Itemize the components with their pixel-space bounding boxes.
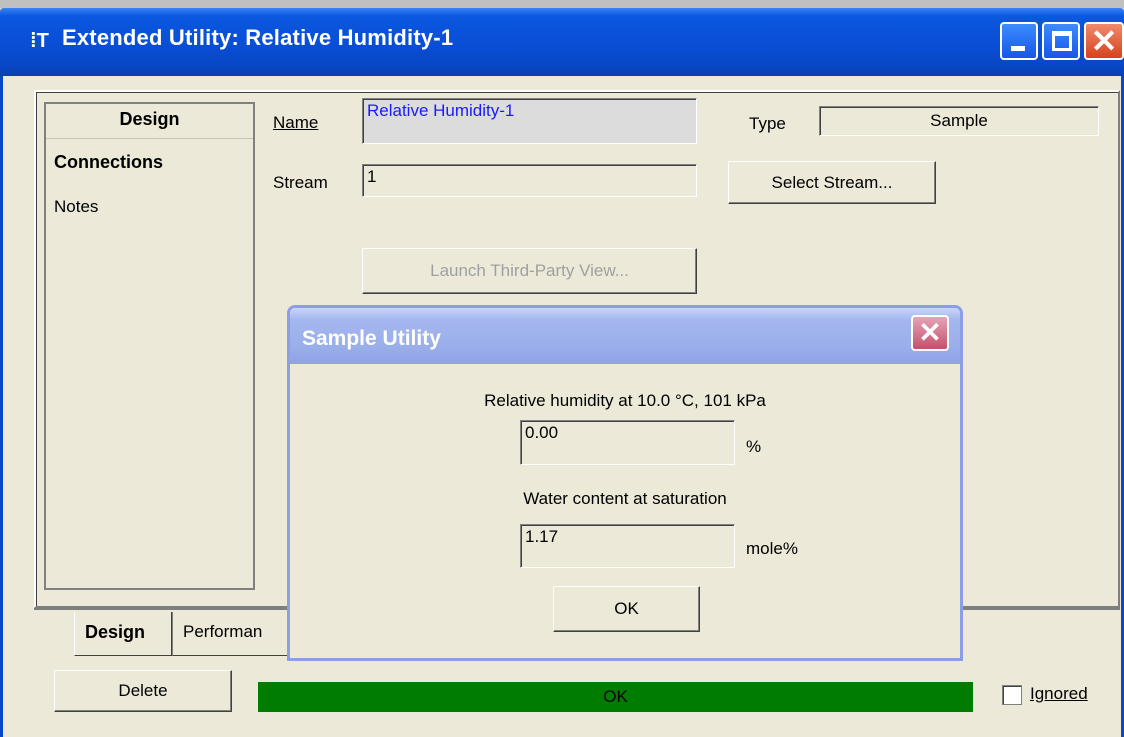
minimize-button[interactable] (1000, 22, 1038, 60)
nav-title: Design (119, 109, 180, 129)
stream-label: Stream (273, 173, 328, 192)
tab-design[interactable]: Design (74, 612, 172, 656)
maximize-icon (1052, 31, 1072, 51)
name-label-text: Name (273, 113, 319, 132)
dialog-title: Sample Utility (302, 327, 441, 350)
ignored-label: Ignored (1030, 684, 1088, 704)
ignored-checkbox[interactable] (1002, 685, 1022, 705)
nav-item-connections[interactable]: Connections (54, 152, 163, 173)
window-title: Extended Utility: Relative Humidity-1 (62, 25, 454, 50)
stream-field[interactable]: 1 (362, 164, 697, 197)
minimize-icon (1011, 46, 1025, 51)
close-icon: ✕ (1090, 23, 1118, 59)
status-bar: OK (258, 682, 973, 712)
close-button[interactable]: ✕ (1084, 22, 1124, 60)
ignored-label-text: Ignored (1030, 684, 1088, 703)
rh-label: Relative humidity at 10.0 °C, 101 kPa (484, 391, 766, 410)
ok-button[interactable]: OK (553, 586, 700, 632)
name-field[interactable]: Relative Humidity-1 (362, 98, 697, 144)
close-icon: ✕ (918, 317, 942, 348)
select-stream-button[interactable]: Select Stream... (728, 161, 936, 204)
delete-button[interactable]: Delete (54, 670, 232, 712)
top-strip (0, 0, 1124, 8)
maximize-button[interactable] (1042, 22, 1080, 60)
hysys-icon: ⁞T (30, 30, 49, 52)
type-field: Sample (819, 106, 1099, 136)
dialog-close-button[interactable]: ✕ (911, 315, 949, 351)
water-label: Water content at saturation (523, 489, 727, 508)
rh-value-field: 0.00 (520, 420, 735, 465)
nav-divider (46, 138, 253, 139)
nav-panel (44, 102, 255, 590)
tab-performance[interactable]: Performan (172, 612, 292, 656)
water-unit: mole% (746, 539, 798, 558)
rh-unit: % (746, 437, 762, 456)
type-label: Type (749, 114, 786, 133)
nav-item-notes[interactable]: Notes (54, 197, 98, 217)
water-value-field: 1.17 (520, 524, 735, 568)
launch-third-party-view-button[interactable]: Launch Third-Party View... (362, 248, 697, 294)
name-label: Name (273, 113, 318, 133)
